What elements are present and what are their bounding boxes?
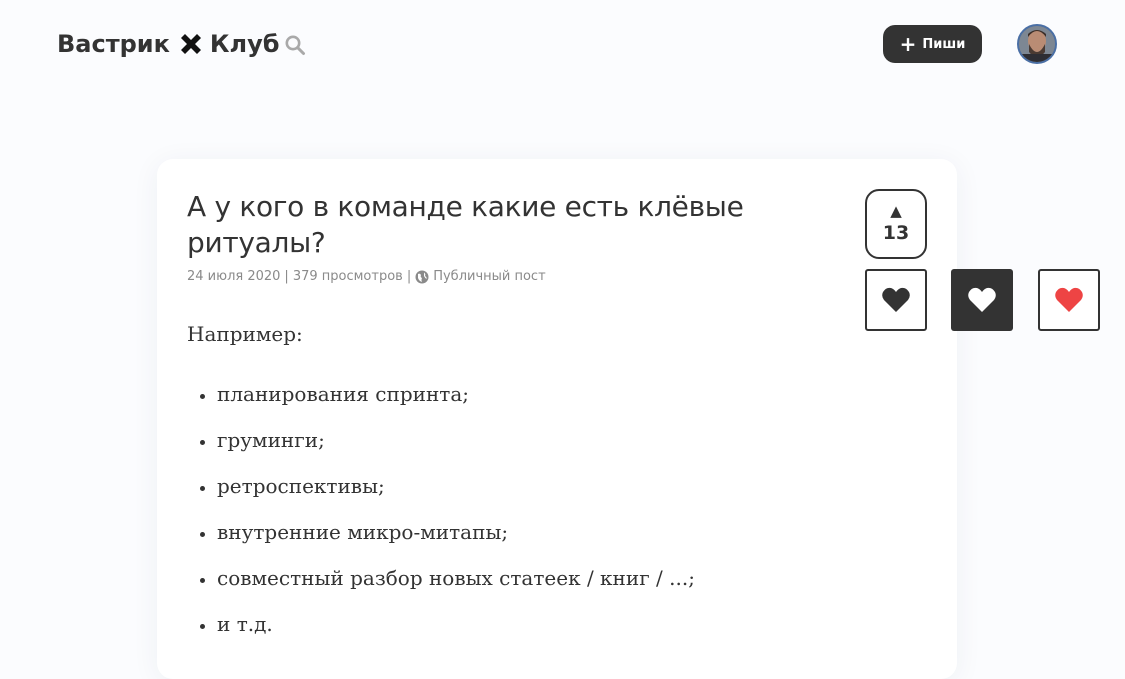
write-button[interactable]: + Пиши xyxy=(883,25,982,63)
plus-icon: + xyxy=(899,32,917,56)
list-item: ретроспективы; xyxy=(217,471,827,501)
post-intro: Например: xyxy=(187,322,303,346)
reaction-heart-light[interactable] xyxy=(951,269,1013,331)
upvote-count: 13 xyxy=(882,222,910,244)
ritual-list: планирования спринта; груминги; ретроспе… xyxy=(187,379,827,639)
post-card: А у кого в команде какие есть клёвые рит… xyxy=(157,159,957,679)
heart-icon xyxy=(1055,287,1083,312)
upvote-button[interactable]: ▲ 13 xyxy=(865,189,927,259)
post-meta: 24 июля 2020 | 379 просмотров | Публичны… xyxy=(187,269,546,284)
post-title: А у кого в команде какие есть клёвые рит… xyxy=(187,190,744,259)
list-item: и т.д. xyxy=(217,609,827,639)
avatar-image xyxy=(1019,26,1055,62)
list-item: внутренние микро-митапы; xyxy=(217,517,827,547)
reaction-heart-red[interactable] xyxy=(1038,269,1100,331)
post-body: Например: планирования спринта; груминги… xyxy=(187,319,827,655)
globe-icon xyxy=(415,270,429,283)
list-item: планирования спринта; xyxy=(217,379,827,409)
logo-text-left: Вастрик xyxy=(57,30,170,58)
write-button-label: Пиши xyxy=(922,36,966,52)
site-logo[interactable]: Вастрик Клуб xyxy=(57,27,280,61)
meta-separator: | xyxy=(406,269,412,284)
reaction-heart-dark[interactable] xyxy=(865,269,927,331)
post-views: 379 просмотров xyxy=(292,269,403,284)
heart-icon xyxy=(968,287,996,312)
meta-separator: | xyxy=(284,269,289,284)
logo-text-right: Клуб xyxy=(209,30,280,58)
list-item: совместный разбор новых статеек / книг /… xyxy=(217,563,827,593)
search-icon[interactable] xyxy=(284,34,306,56)
post-date: 24 июля 2020 xyxy=(187,269,281,284)
header: Вастрик Клуб + Пиши xyxy=(0,0,1125,90)
post-visibility: Публичный пост xyxy=(433,269,546,284)
heart-icon xyxy=(882,287,910,312)
cross-icon xyxy=(180,34,201,54)
avatar[interactable] xyxy=(1017,24,1057,64)
list-item: груминги; xyxy=(217,425,827,455)
upvote-arrow-icon: ▲ xyxy=(890,202,902,220)
